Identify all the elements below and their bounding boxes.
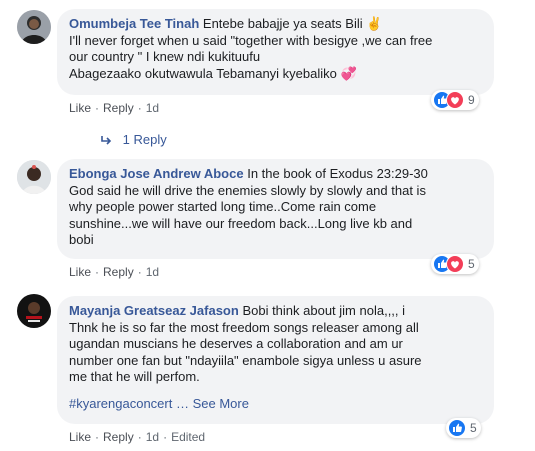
heart-icon <box>446 255 464 273</box>
comment-bubble: Omumbeja Tee Tinah Entebe babajje ya sea… <box>57 9 494 95</box>
comment-timestamp[interactable]: 1d <box>146 430 159 444</box>
reactions-count: 5 <box>470 421 477 435</box>
comment-text: Entebe babajje ya seats Bili ✌️ <box>202 16 383 31</box>
like-icon <box>448 419 466 437</box>
comment-text: me that he will perfom. <box>69 369 200 384</box>
comment-text: our country " I knew ndi kukituufu <box>69 49 261 64</box>
comment-actions: Like · Reply · 1d <box>69 265 159 279</box>
reactions-summary[interactable]: 5 <box>431 254 479 274</box>
separator-dot: · <box>163 430 168 444</box>
comment-text: sunshine...we will have our freedom back… <box>69 215 413 231</box>
comment-timestamp[interactable]: 1d <box>146 265 159 279</box>
comment-author[interactable]: Ebonga Jose Andrew Aboce <box>69 166 244 181</box>
comment-text: I'll never forget when u said "together … <box>69 32 433 48</box>
comment-text: Abagezaako okutwawula Tebamanyi kyebalik… <box>69 65 357 81</box>
comment-text: number one fan but "ndayiila" enambole s… <box>69 352 422 368</box>
avatar[interactable] <box>17 10 51 44</box>
comment-text: God said he will drive the enemies slowl… <box>69 182 426 198</box>
comment-author[interactable]: Mayanja Greatseaz Jafason <box>69 303 239 318</box>
reactions-summary[interactable]: 5 <box>446 418 481 438</box>
see-more-link[interactable]: … See More <box>176 396 249 411</box>
comment-bubble: Ebonga Jose Andrew Aboce In the book of … <box>57 159 494 259</box>
comment-timestamp[interactable]: 1d <box>146 101 159 115</box>
avatar[interactable] <box>17 160 51 194</box>
comment-actions: Like · Reply · 1d · Edited <box>69 430 205 444</box>
comment-text: ugandan muscians he deserves a collabora… <box>69 336 403 351</box>
reply-button[interactable]: Reply <box>103 265 134 279</box>
separator-dot: · <box>137 430 142 444</box>
like-button[interactable]: Like <box>69 265 91 279</box>
like-button[interactable]: Like <box>69 101 91 115</box>
reply-button[interactable]: Reply <box>103 101 134 115</box>
separator-dot: · <box>95 430 100 444</box>
comment-text: In the book of Exodus 23:29-30 <box>247 166 428 181</box>
separator-dot: · <box>95 265 100 279</box>
separator-dot: · <box>95 101 100 115</box>
comment-author[interactable]: Omumbeja Tee Tinah <box>69 16 199 31</box>
comment-bubble: Mayanja Greatseaz Jafason Bobi think abo… <box>57 296 494 424</box>
reactions-count: 9 <box>468 93 475 107</box>
edited-label[interactable]: Edited <box>171 430 205 444</box>
comment-actions: Like · Reply · 1d <box>69 101 159 115</box>
reply-arrow-icon <box>101 132 117 147</box>
separator-dot: · <box>137 265 142 279</box>
view-replies-link[interactable]: 1 Reply <box>101 132 167 147</box>
view-replies-label[interactable]: 1 Reply <box>123 132 167 147</box>
heart-icon <box>446 91 464 109</box>
reply-button[interactable]: Reply <box>103 430 134 444</box>
hashtag-link[interactable]: #kyarengaconcert <box>69 396 172 411</box>
separator-dot: · <box>137 101 142 115</box>
reactions-summary[interactable]: 9 <box>431 90 479 110</box>
reactions-count: 5 <box>468 257 475 271</box>
avatar[interactable] <box>17 294 51 328</box>
comment-text: Thnk he is so far the most freedom songs… <box>69 319 419 335</box>
comment-text: why people power started long time..Come… <box>69 199 377 214</box>
comment-text: Bobi think about jim nola,,,, i <box>242 303 406 318</box>
like-button[interactable]: Like <box>69 430 91 444</box>
comment-text: bobi <box>69 232 94 247</box>
